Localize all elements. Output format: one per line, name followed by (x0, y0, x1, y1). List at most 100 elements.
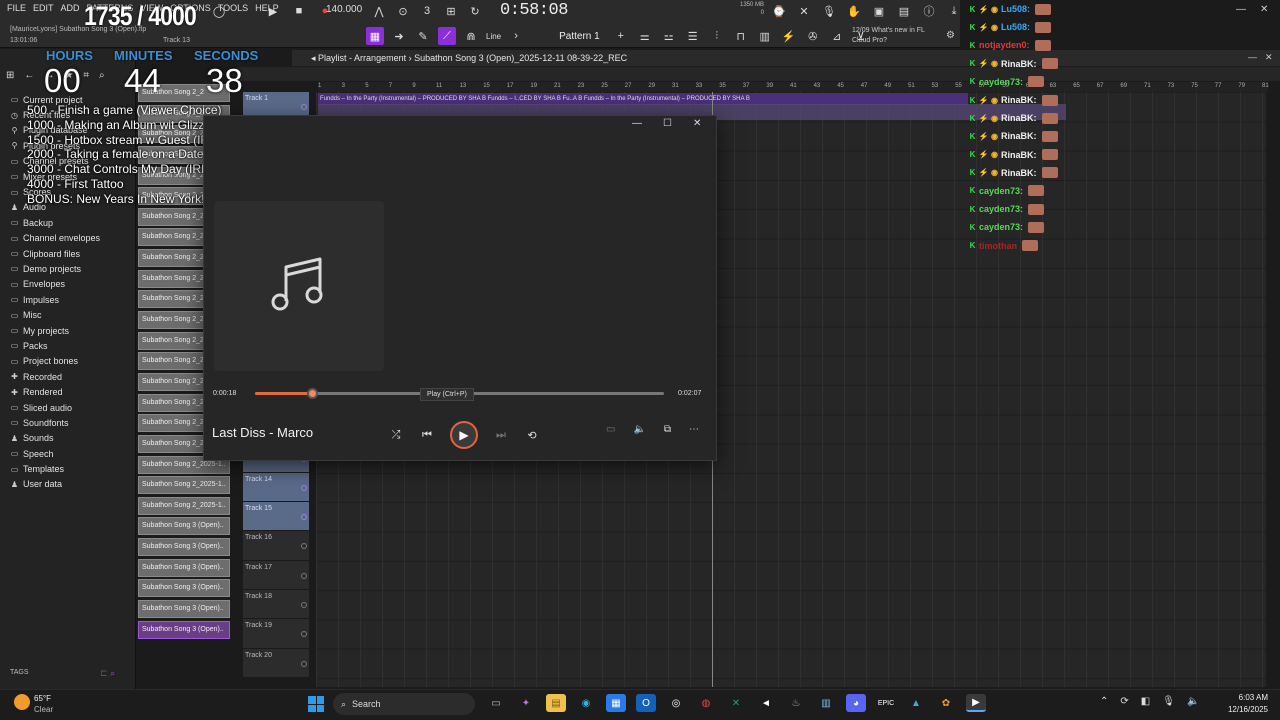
menu-item-add[interactable]: ADD (60, 3, 81, 13)
stop-icon[interactable]: ■ (290, 2, 308, 20)
info-icon[interactable]: ⓘ (920, 2, 938, 20)
picker-clip[interactable]: Subathon Song 2_2025-1.. (138, 476, 230, 495)
discord-icon[interactable]: ◕ (846, 694, 866, 712)
repeat-off-icon[interactable]: ⟲ (524, 425, 540, 445)
tray-chevron-icon[interactable]: ⌃ (1100, 696, 1108, 707)
track-mute-indicator[interactable] (301, 484, 307, 491)
track-header[interactable]: Track 20 (243, 648, 309, 678)
picker-clip[interactable]: Subathon Song 3 (Open).. (138, 558, 230, 577)
store-icon[interactable]: ⊻ (852, 27, 870, 45)
play-button[interactable]: ▶ (450, 421, 478, 449)
playlist-ruler[interactable]: 1 3 5 7 9 11 13 15 17 19 21 23 25 27 29 31 33 35 37 39 41 43 4… (318, 82, 1269, 92)
arrow-icon[interactable]: ➜ (390, 27, 408, 45)
add-pattern-icon[interactable]: + (612, 27, 630, 45)
chat-username[interactable]: RinaBK: (1001, 168, 1037, 178)
volume-icon[interactable]: 🔈 (633, 424, 645, 435)
chat-username[interactable]: cayden73: (979, 186, 1023, 196)
track-header[interactable]: Track 16 (243, 531, 309, 561)
browser-item[interactable]: ♟ Sounds (10, 431, 100, 446)
fl-studio-icon[interactable]: ✿ (936, 694, 956, 712)
playlist-arrow-icon[interactable]: ◂ (311, 53, 316, 63)
settings-gear-icon[interactable]: ⚙ (946, 30, 955, 41)
wrench-icon[interactable]: ✇ (804, 27, 822, 45)
play-icon[interactable]: ▶ (264, 2, 282, 20)
mixer-icon[interactable]: ⚍ (660, 27, 678, 45)
cpu-icon[interactable]: ⌚ (770, 2, 788, 20)
pencil-icon[interactable]: ✎ (414, 27, 432, 45)
chat-username[interactable]: Lu508: (1001, 4, 1030, 14)
browser-item[interactable]: ▭ My projects (10, 323, 100, 338)
miniplayer-icon[interactable]: ⧉ (664, 424, 671, 435)
browser-item[interactable]: ▭ Speech (10, 446, 100, 461)
edge-icon[interactable]: ◉ (576, 694, 596, 712)
chat-username[interactable]: Lu508: (1001, 22, 1030, 32)
previous-icon[interactable]: ⏮ (419, 425, 435, 445)
close-icon[interactable]: ✕ (1260, 4, 1268, 15)
picker-clip[interactable]: Subathon Song 3 (Open).. (138, 538, 230, 557)
track-mute-indicator[interactable] (301, 543, 307, 550)
chrome-icon[interactable]: ◍ (696, 694, 716, 712)
tempo-display[interactable]: 140.000 (326, 4, 362, 15)
wait-input-icon[interactable]: ⊙ (394, 2, 412, 20)
browser-item[interactable]: ▭ Clipboard files (10, 246, 100, 261)
picker-clip[interactable]: Subathon Song 2_2025-1.. (138, 496, 230, 515)
obs-icon[interactable]: ◎ (666, 694, 686, 712)
picker-clip[interactable]: Subathon Song 3 (Open).. (138, 600, 230, 619)
chat-username[interactable]: cayden73: (979, 77, 1023, 87)
playlist-close-icon[interactable]: ✕ (1265, 52, 1273, 63)
chat-username[interactable]: RinaBK: (1001, 59, 1037, 69)
track-header[interactable]: Track 19 (243, 619, 309, 649)
playlist-minimize-icon[interactable]: — (1248, 52, 1257, 63)
browser-item[interactable]: ▭ Templates (10, 461, 100, 476)
excel-icon[interactable]: ✕ (726, 694, 746, 712)
cart-icon[interactable]: ⊿ (828, 27, 846, 45)
save-icon[interactable]: ▣ (870, 2, 888, 20)
magnet-icon[interactable]: ⋒ (462, 27, 480, 45)
taskbar-search[interactable]: ⌕ Search (333, 693, 475, 715)
file-explorer-icon[interactable]: ▤ (546, 694, 566, 712)
track-mute-indicator[interactable] (301, 602, 307, 609)
playlist-icon[interactable]: ▦ (366, 27, 384, 45)
track-mute-indicator[interactable] (301, 660, 307, 667)
more-options-icon[interactable]: ⋯ (689, 424, 699, 435)
chat-username[interactable]: cayden73: (979, 204, 1023, 214)
tag-filter-icon[interactable]: ⊏ (100, 668, 108, 678)
track-mute-indicator[interactable] (301, 514, 307, 521)
outlook-icon[interactable]: O (636, 694, 656, 712)
clipboard-icon[interactable]: ▥ (756, 27, 774, 45)
taskbar-time[interactable]: 6:03 AM (1236, 693, 1268, 702)
copilot-icon[interactable]: ✦ (516, 694, 536, 712)
plugin-icon[interactable]: ⫶ (708, 27, 726, 45)
download-icon[interactable]: ⤓ (945, 2, 963, 20)
record-mode-icon[interactable]: ◯ (210, 2, 228, 20)
player-maximize-icon[interactable]: ☐ (663, 118, 672, 129)
metronome-icon[interactable]: ⋀ (370, 2, 388, 20)
chat-username[interactable]: RinaBK: (1001, 150, 1037, 160)
taskbar-date[interactable]: 12/16/2025 (1222, 705, 1268, 714)
weather-condition[interactable]: Clear (34, 705, 53, 714)
picker-clip[interactable]: Subathon Song 3 (Open).. (138, 579, 230, 598)
cable-icon[interactable]: ⊓ (732, 27, 750, 45)
menu-item-file[interactable]: FILE (6, 3, 27, 13)
tray-network-icon[interactable]: ◧ (1141, 696, 1150, 707)
media-player-icon[interactable]: ▶ (966, 694, 986, 712)
piano-roll-icon[interactable]: ☰ (684, 27, 702, 45)
track-header[interactable]: Track 15 (243, 502, 309, 532)
browser-item[interactable]: ♟ User data (10, 477, 100, 492)
browser-item[interactable]: ▭ Sliced audio (10, 400, 100, 415)
browser-item[interactable]: ✚ Recorded (10, 369, 100, 384)
pattern-selector[interactable]: Pattern 1 (559, 31, 600, 42)
steam-icon[interactable]: ♨ (786, 694, 806, 712)
hand-icon[interactable]: ✋ (845, 2, 863, 20)
chat-username[interactable]: cayden73: (979, 222, 1023, 232)
tray-volume-icon[interactable]: 🔈 (1187, 696, 1199, 707)
browser-item[interactable]: ▭ Demo projects (10, 261, 100, 276)
loop-record-icon[interactable]: ↻ (466, 2, 484, 20)
captions-icon[interactable]: ▭ (606, 424, 615, 435)
snap-mode-label[interactable]: Line (486, 32, 501, 41)
browser-item[interactable]: ▭ Project bones (10, 354, 100, 369)
browser-item[interactable]: ▭ Soundfonts (10, 415, 100, 430)
minimize-icon[interactable]: — (1236, 4, 1246, 15)
playlist-song-name[interactable]: Subathon Song 3 (Open)_2025-12-11 08-39-… (414, 53, 627, 63)
browser-item[interactable]: ▭ Packs (10, 338, 100, 353)
